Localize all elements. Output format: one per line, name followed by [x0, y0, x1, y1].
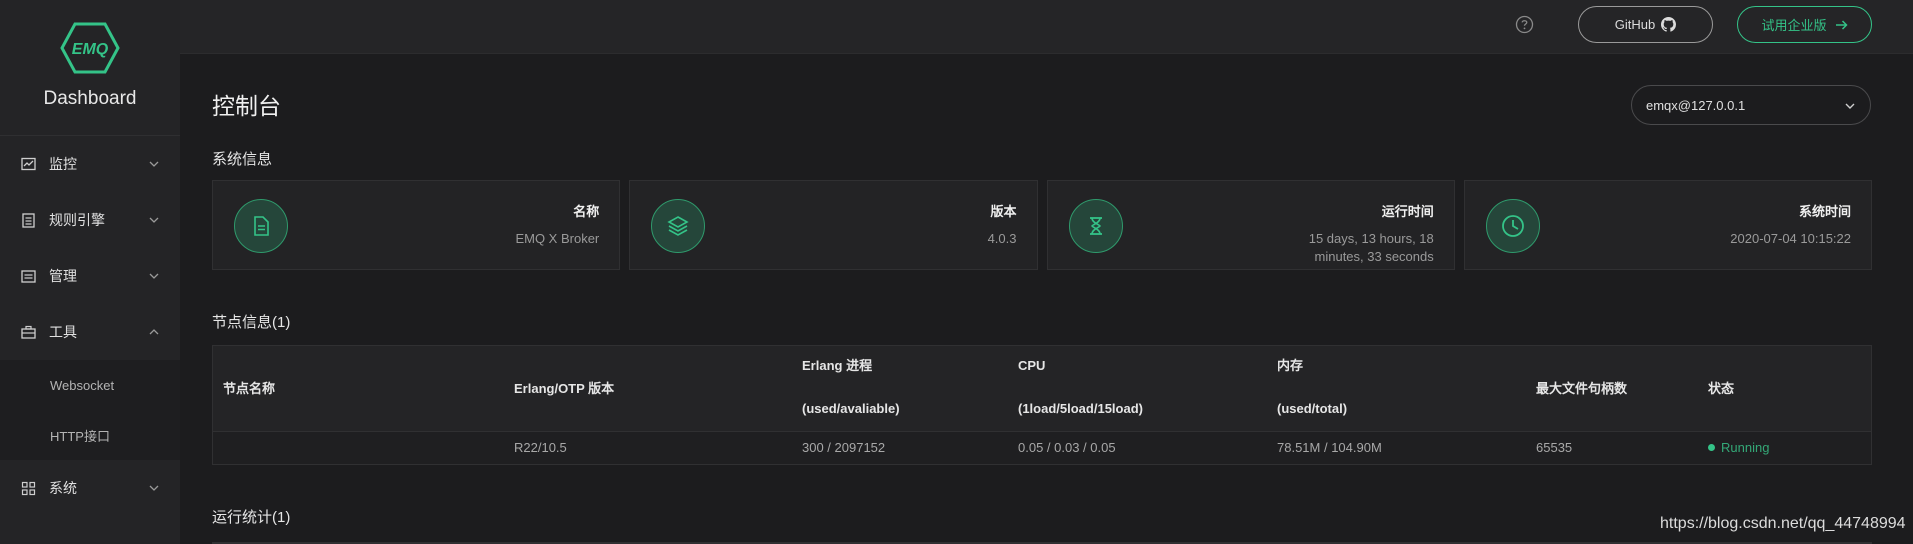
th-cpu: CPU (1load/5load/15load)	[1018, 355, 1143, 420]
card-value: 2020-07-04 10:15:22	[1730, 231, 1851, 246]
sidebar-item-label: 监控	[49, 156, 77, 172]
th-process: Erlang 进程 (used/avaliable)	[802, 355, 900, 420]
help-icon[interactable]	[1515, 15, 1534, 34]
th-node-name: 节点名称	[223, 381, 276, 396]
chevron-down-icon	[149, 273, 159, 279]
node-select-value: emqx@127.0.0.1	[1646, 97, 1746, 113]
svg-text:EMQ: EMQ	[72, 41, 109, 58]
monitor-icon	[20, 156, 37, 173]
github-button[interactable]: GitHub	[1578, 6, 1713, 43]
th-memory-l2: (used/total)	[1277, 401, 1348, 416]
node-info-title: 节点信息(1)	[212, 314, 291, 331]
layers-icon	[651, 199, 706, 253]
td-cpu: 0.05 / 0.03 / 0.05	[1018, 440, 1116, 455]
clock-icon	[1485, 199, 1540, 253]
th-cpu-l2: (1load/5load/15load)	[1018, 401, 1143, 416]
app-title: Dashboard	[43, 88, 137, 109]
arrow-right-icon	[1835, 19, 1848, 30]
node-table: 节点名称 Erlang/OTP 版本 Erlang 进程 (used/avali…	[212, 345, 1872, 465]
sidebar-item-manage[interactable]: 管理	[0, 248, 180, 304]
run-stats-title: 运行统计(1)	[212, 509, 291, 526]
card-label: 名称	[573, 204, 600, 219]
th-memory: 内存 (used/total)	[1277, 355, 1347, 420]
page-title: 控制台	[212, 93, 281, 119]
th-status: 状态	[1708, 381, 1735, 396]
card-value: 15 days, 13 hours, 18 minutes, 33 second…	[1308, 231, 1434, 264]
sidebar-item-rules[interactable]: 规则引擎	[0, 192, 180, 248]
chevron-down-icon	[149, 485, 159, 491]
github-icon	[1661, 17, 1677, 32]
sidebar: EMQ Dashboard 监控 规则引擎 管理 工具 Websocket HT…	[0, 0, 180, 544]
github-button-label: GitHub	[1614, 17, 1656, 32]
try-enterprise-label: 试用企业版	[1761, 18, 1827, 33]
card-label: 版本	[990, 204, 1017, 219]
emq-logo[interactable]: EMQ	[60, 22, 120, 74]
tools-submenu: Websocket HTTP接口	[0, 360, 180, 460]
system-info-title: 系统信息	[212, 151, 273, 168]
chevron-up-icon	[149, 329, 159, 335]
grid-icon	[20, 480, 37, 497]
card-label: 系统时间	[1798, 204, 1851, 219]
sidebar-item-label: 系统	[49, 480, 77, 496]
td-process: 300 / 2097152	[802, 440, 886, 455]
top-header: GitHub 试用企业版	[180, 0, 1913, 54]
watermark: https://blog.csdn.net/qq_44748994	[1660, 515, 1906, 532]
sidebar-subitem-http-api[interactable]: HTTP接口	[0, 410, 180, 460]
try-enterprise-button[interactable]: 试用企业版	[1737, 6, 1872, 43]
table-header: 节点名称 Erlang/OTP 版本 Erlang 进程 (used/avali…	[213, 346, 1871, 432]
td-max-files: 65535	[1536, 440, 1573, 455]
chevron-down-icon	[1845, 103, 1855, 109]
status-dot	[1708, 444, 1715, 452]
sidebar-item-label: 管理	[49, 268, 77, 284]
status-text: Running	[1721, 440, 1770, 455]
manage-icon	[20, 268, 37, 285]
card-value: 4.0.3	[987, 231, 1017, 246]
th-otp: Erlang/OTP 版本	[514, 381, 615, 396]
sidebar-item-monitor[interactable]: 监控	[0, 136, 180, 192]
card-label: 运行时间	[1381, 204, 1434, 219]
hourglass-icon	[1068, 199, 1123, 253]
info-card-system-time: 系统时间 2020-07-04 10:15:22	[1463, 180, 1872, 270]
th-process-l2: (used/avaliable)	[802, 401, 900, 416]
td-memory: 78.51M / 104.90M	[1277, 440, 1382, 455]
sidebar-subitem-websocket[interactable]: Websocket	[0, 360, 180, 410]
info-card-uptime: 运行时间 15 days, 13 hours, 18 minutes, 33 s…	[1046, 180, 1455, 270]
td-status: Running	[1708, 440, 1769, 455]
system-info-cards: 名称 EMQ X Broker 版本 4.0.3 运行时间 15 days, 1…	[212, 180, 1872, 270]
td-otp: R22/10.5	[514, 440, 567, 455]
info-card-name: 名称 EMQ X Broker	[212, 180, 621, 270]
th-cpu-l1: CPU	[1018, 358, 1046, 373]
info-card-version: 版本 4.0.3	[629, 180, 1038, 270]
logo-area: EMQ Dashboard	[0, 0, 180, 136]
document-icon	[234, 199, 288, 253]
node-select[interactable]: emqx@127.0.0.1	[1631, 85, 1871, 125]
rules-icon	[20, 212, 37, 229]
th-process-l1: Erlang 进程	[802, 358, 873, 373]
main-content: 控制台 emqx@127.0.0.1 系统信息 名称 EMQ X Broker …	[180, 54, 1913, 544]
chevron-down-icon	[149, 217, 159, 223]
sidebar-item-label: 规则引擎	[49, 212, 105, 228]
toolbox-icon	[20, 324, 37, 341]
sidebar-item-system[interactable]: 系统	[0, 460, 180, 516]
chevron-down-icon	[149, 161, 159, 167]
th-memory-l1: 内存	[1277, 358, 1304, 373]
sidebar-item-tools[interactable]: 工具	[0, 304, 180, 360]
th-max-files: 最大文件句柄数	[1536, 381, 1628, 396]
card-value: EMQ X Broker	[515, 231, 600, 246]
sidebar-item-label: 工具	[49, 324, 77, 340]
